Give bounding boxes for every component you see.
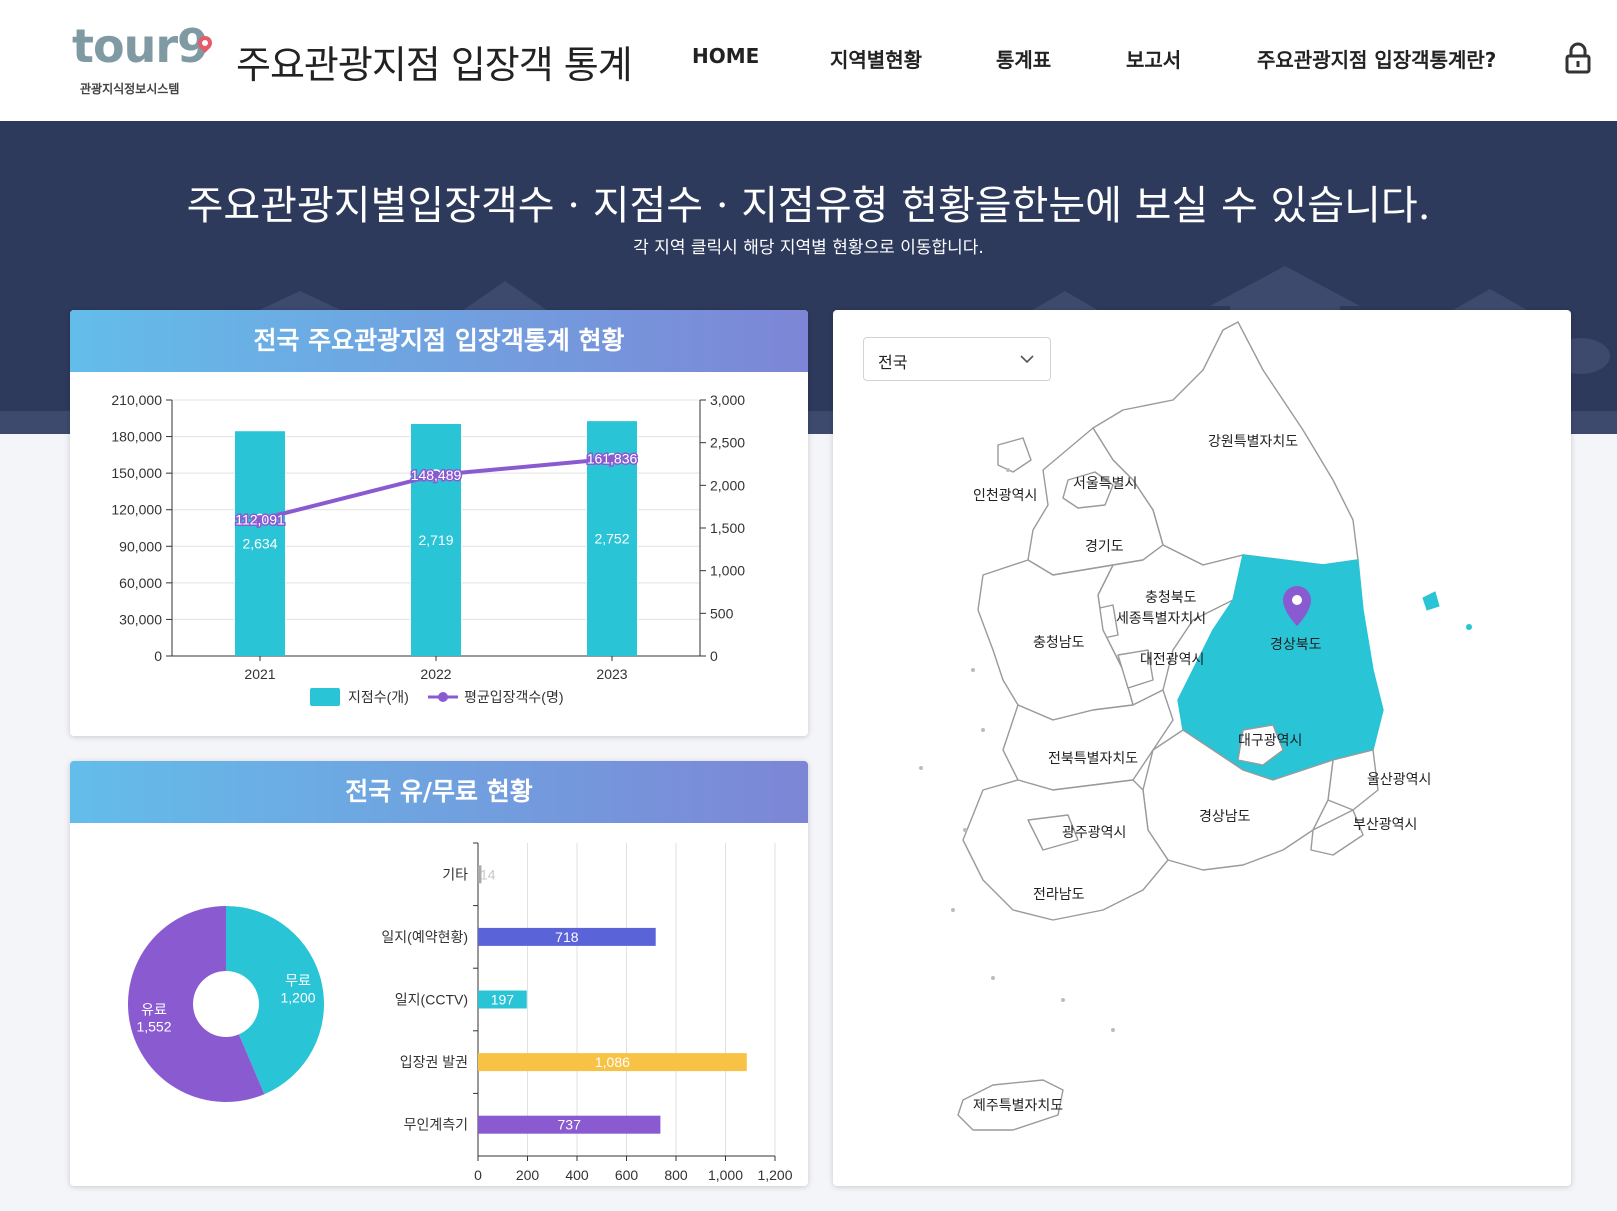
y-left-tick-label: 150,000 — [111, 465, 162, 481]
national-visitor-stats-card: 전국 주요관광지점 입장객통계 현황 0 30,000 60,000 90,000 12… — [70, 310, 808, 736]
nav-statistics-table[interactable]: 통계표 — [996, 44, 1051, 73]
y-tick-label: 입장권 발권 — [400, 1054, 468, 1070]
x-tick-label: 2022 — [420, 666, 451, 682]
nav-regional-status[interactable]: 지역별현황 — [830, 44, 922, 73]
y-left-tick-label: 180,000 — [111, 429, 162, 445]
line-value-label: 112,091 — [235, 511, 285, 527]
y-right-tick-label: 2,000 — [710, 477, 745, 493]
region-label-daejeon[interactable]: 대전광역시 — [1140, 651, 1204, 667]
region-label-daegu[interactable]: 대구광역시 — [1238, 732, 1302, 748]
y-tick-label: 기타 — [442, 866, 468, 882]
logo-subtitle: 관광지식정보시스템 — [80, 82, 180, 96]
y-left-tick-label: 30,000 — [119, 611, 162, 627]
x-tick-label: 2021 — [244, 666, 275, 682]
site-header: tour9 관광지식정보시스템 주요관광지점 입장객 통계 HOME 지역별현황… — [0, 0, 1617, 121]
legend-label: 평균입장객수(명) — [464, 689, 563, 705]
region-select[interactable]: 전국 — [863, 337, 1051, 381]
y-left-tick-label: 0 — [154, 648, 162, 664]
region-label-gyeongnam[interactable]: 경상남도 — [1199, 808, 1251, 824]
bar-value-label: 2,752 — [594, 531, 629, 547]
region-label-ulsan[interactable]: 울산광역시 — [1367, 771, 1431, 787]
map-card: 강원특별자치도 서울특별시 인천광역시 경기도 충청북도 세종특별자치시 충청남… — [833, 310, 1571, 1186]
y-left-tick-label: 60,000 — [119, 575, 162, 591]
region-select-value: 전국 — [878, 353, 908, 372]
card-title: 전국 유/무료 현황 — [70, 761, 808, 823]
y-right-tick-label: 0 — [710, 648, 718, 664]
x-tick-label: 2023 — [596, 666, 627, 682]
region-label-jeju[interactable]: 제주특별자치도 — [973, 1097, 1063, 1113]
x-tick-label: 600 — [615, 1167, 639, 1183]
banner-title: 주요관광지별입장객수 · 지점수 · 지점유형 현황을한눈에 보실 수 있습니다… — [186, 183, 1431, 229]
x-tick-label: 1,000 — [708, 1167, 743, 1183]
y-right-tick-label: 3,000 — [710, 392, 745, 408]
bar-value-label: 14 — [480, 866, 496, 882]
bar-value-label: 1,086 — [595, 1054, 630, 1070]
x-tick-label: 0 — [474, 1167, 482, 1183]
y-tick-label: 일지(예약현황) — [381, 929, 468, 945]
bar-value-label: 2,719 — [418, 532, 453, 548]
combo-chart: 0 30,000 60,000 90,000 120,000 150,000 180,000… — [111, 392, 745, 706]
banner-subtitle: 각 지역 클릭시 해당 지역별 현황으로 이동합니다. — [633, 238, 984, 258]
legend-swatch-bar — [310, 688, 340, 706]
y-left-tick-label: 120,000 — [111, 502, 162, 518]
bar-value-label: 737 — [558, 1117, 582, 1133]
region-label-chungnam[interactable]: 충청남도 — [1033, 634, 1085, 650]
chevron-down-icon — [1020, 355, 1034, 364]
y-right-tick-label: 500 — [710, 605, 734, 621]
bar-value-label: 718 — [555, 929, 579, 945]
line-value-label: 161,836 — [587, 451, 638, 467]
line-value-label: 148,489 — [411, 467, 462, 483]
y-right-tick-label: 2,500 — [710, 435, 745, 451]
bar-value-label: 197 — [491, 992, 515, 1008]
logo-text: tour9 — [72, 19, 209, 73]
nav-reports[interactable]: 보고서 — [1126, 44, 1181, 73]
free-paid-status-card: 전국 유/무료 현황 무료 1,200 유료 1,552 0 200 400 600 800 1,… — [70, 761, 808, 1186]
y-right-tick-label: 1,500 — [710, 520, 745, 536]
logo[interactable]: tour9 관광지식정보시스템 — [68, 18, 228, 100]
region-label-busan[interactable]: 부산광역시 — [1353, 816, 1417, 832]
donut-chart: 무료1,200유료1,5520 200 400 600 800 1,000 1,200기타 1… — [128, 842, 793, 1183]
nav-about[interactable]: 주요관광지점 입장객통계란? — [1257, 44, 1496, 73]
x-tick-label: 1,200 — [757, 1167, 792, 1183]
bar-value-label: 2,634 — [242, 536, 277, 552]
x-tick-label: 800 — [664, 1167, 688, 1183]
slice-value-label: 1,200 — [280, 989, 315, 1005]
card-title: 전국 주요관광지점 입장객통계 현황 — [70, 310, 808, 372]
region-label-jeonnam[interactable]: 전라남도 — [1033, 886, 1085, 902]
region-label-sejong[interactable]: 세종특별자치시 — [1116, 610, 1206, 626]
region-label-chungbuk[interactable]: 충청북도 — [1145, 589, 1197, 605]
region-label-incheon[interactable]: 인천광역시 — [973, 487, 1037, 503]
legend-label: 지점수(개) — [348, 689, 409, 705]
nav-home[interactable]: HOME — [692, 44, 759, 68]
slice-name-label: 유료 — [141, 1002, 167, 1018]
region-label-gyeonggi[interactable]: 경기도 — [1085, 538, 1124, 554]
site-title: 주요관광지점 입장객 통계 — [236, 43, 633, 87]
region-label-seoul[interactable]: 서울특별시 — [1073, 475, 1137, 491]
region-label-gwangju[interactable]: 광주광역시 — [1062, 824, 1126, 840]
region-label-jeonbuk[interactable]: 전북특별자치도 — [1048, 750, 1138, 766]
slice-name-label: 무료 — [285, 972, 311, 988]
y-left-tick-label: 210,000 — [111, 392, 162, 408]
region-incheon — [997, 437, 1032, 473]
region-label-gyeongbuk[interactable]: 경상북도 — [1270, 636, 1322, 652]
region-label-gangwon[interactable]: 강원특별자치도 — [1208, 433, 1298, 449]
y-left-tick-label: 90,000 — [119, 538, 162, 554]
lock-icon[interactable] — [1565, 42, 1591, 74]
y-tick-label: 무인계측기 — [404, 1117, 468, 1133]
legend-marker — [438, 692, 448, 702]
y-tick-label: 일지(CCTV) — [395, 992, 468, 1008]
x-tick-label: 400 — [565, 1167, 589, 1183]
korea-map: 강원특별자치도 서울특별시 인천광역시 경기도 충청북도 세종특별자치시 충청남… — [919, 321, 1472, 1131]
x-tick-label: 200 — [516, 1167, 540, 1183]
y-right-tick-label: 1,000 — [710, 563, 745, 579]
slice-value-label: 1,552 — [136, 1019, 171, 1035]
